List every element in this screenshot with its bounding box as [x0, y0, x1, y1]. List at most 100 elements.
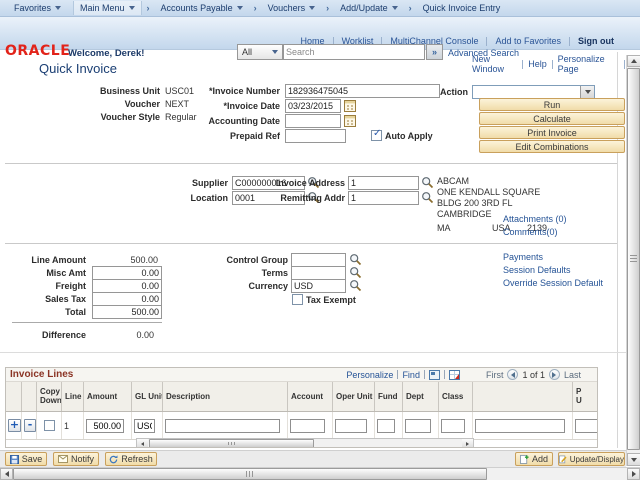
- previous-page-icon[interactable]: [507, 369, 518, 380]
- line-amount-value: 500.00: [92, 255, 158, 265]
- scroll-down-icon[interactable]: [627, 453, 640, 466]
- remitting-addr-input[interactable]: [348, 191, 419, 205]
- override-session-default-link[interactable]: Override Session Default: [503, 278, 603, 288]
- menu-main-menu[interactable]: Main Menu: [73, 1, 142, 15]
- quick-invoice-entry-screen: Favorites Main Menu Accounts Payable Vou…: [0, 0, 640, 480]
- calculate-button[interactable]: Calculate: [479, 112, 625, 125]
- lookup-icon[interactable]: [421, 176, 434, 189]
- run-button[interactable]: Run: [479, 98, 625, 111]
- lookup-icon[interactable]: [349, 279, 362, 292]
- personalize-page-link[interactable]: Personalize Page: [553, 54, 624, 74]
- last-label[interactable]: Last: [564, 370, 581, 380]
- calendar-icon[interactable]: [344, 114, 356, 127]
- search-go-button[interactable]: [426, 44, 443, 60]
- supplier-address-state: MA: [437, 223, 451, 233]
- download-to-excel-icon[interactable]: [449, 370, 460, 380]
- personalize-link[interactable]: Personalize: [346, 370, 393, 380]
- tax-exempt-checkbox[interactable]: [292, 294, 303, 305]
- row-oper-unit-input[interactable]: [335, 419, 367, 433]
- copy-down-checkbox[interactable]: [44, 420, 55, 431]
- search-scope-dropdown[interactable]: All: [237, 44, 283, 60]
- print-invoice-button[interactable]: Print Invoice: [479, 126, 625, 139]
- first-label[interactable]: First: [486, 370, 504, 380]
- session-defaults-link[interactable]: Session Defaults: [503, 265, 571, 275]
- row-class-input[interactable]: [441, 419, 465, 433]
- attachments-link[interactable]: Attachments (0): [503, 214, 567, 224]
- invoice-line-row: 1: [6, 412, 597, 440]
- search-input[interactable]: [283, 44, 425, 60]
- accounting-date-input[interactable]: [285, 114, 341, 128]
- chevron-down-icon: [580, 86, 594, 98]
- row-account-input[interactable]: [290, 419, 325, 433]
- column-header-account: Account: [288, 382, 333, 411]
- action-label: Action: [410, 87, 468, 97]
- lookup-icon[interactable]: [349, 253, 362, 266]
- vertical-scrollbar[interactable]: [626, 55, 640, 466]
- save-button[interactable]: Save: [5, 452, 47, 466]
- add-label: Add: [532, 454, 548, 464]
- row-fund-input[interactable]: [377, 419, 395, 433]
- page-horizontal-scrollbar[interactable]: [0, 467, 640, 480]
- row-amount-input[interactable]: [86, 419, 124, 433]
- invoice-address-input[interactable]: [348, 176, 419, 190]
- sales-tax-input[interactable]: [92, 292, 162, 306]
- control-group-input[interactable]: [291, 253, 346, 267]
- notify-button[interactable]: Notify: [53, 452, 99, 466]
- currency-label: Currency: [200, 281, 288, 291]
- tax-exempt-label: Tax Exempt: [306, 295, 366, 305]
- row-extra-input[interactable]: [475, 419, 565, 433]
- total-input[interactable]: [92, 305, 162, 319]
- row-dept-input[interactable]: [405, 419, 431, 433]
- crumb-label: Quick Invoice Entry: [423, 3, 501, 13]
- invoice-date-input[interactable]: [285, 99, 341, 113]
- favorites-label: Favorites: [14, 3, 51, 13]
- crumb-add-update[interactable]: Add/Update: [334, 1, 404, 15]
- supplier-address-line: BLDG 200 3RD FL: [437, 198, 513, 208]
- scrollbar-thumb[interactable]: [149, 439, 314, 448]
- business-unit-label: Business Unit: [60, 86, 160, 96]
- scroll-right-icon[interactable]: [462, 439, 473, 448]
- supplier-address-line: ABCAM: [437, 176, 469, 186]
- new-window-link[interactable]: New Window: [467, 54, 522, 74]
- row-gl-unit-input[interactable]: [134, 419, 155, 433]
- lookup-icon[interactable]: [421, 191, 434, 204]
- help-link[interactable]: Help: [523, 59, 552, 69]
- zoom-grid-icon[interactable]: [429, 370, 440, 380]
- add-button[interactable]: Add: [515, 452, 553, 466]
- menu-favorites[interactable]: Favorites: [8, 1, 67, 15]
- scroll-right-icon[interactable]: [627, 468, 640, 480]
- row-description-input[interactable]: [165, 419, 280, 433]
- action-select[interactable]: [472, 85, 595, 99]
- difference-value: 0.00: [88, 330, 154, 340]
- row-pc-unit-input[interactable]: [575, 419, 598, 433]
- control-group-label: Control Group: [200, 255, 288, 265]
- currency-input[interactable]: [291, 279, 346, 293]
- grid-horizontal-scrollbar[interactable]: [136, 438, 474, 448]
- delete-row-button[interactable]: [24, 419, 36, 432]
- scroll-left-icon[interactable]: [0, 468, 13, 480]
- crumb-vouchers[interactable]: Vouchers: [262, 1, 322, 15]
- scroll-left-icon[interactable]: [137, 439, 148, 448]
- next-page-icon[interactable]: [549, 369, 560, 380]
- edit-combinations-button[interactable]: Edit Combinations: [479, 140, 625, 153]
- update-display-button[interactable]: Update/Display: [558, 452, 625, 466]
- auto-apply-checkbox[interactable]: [371, 130, 382, 141]
- column-header-blank: [22, 382, 37, 411]
- misc-amt-input[interactable]: [92, 266, 162, 280]
- comments-link[interactable]: Comments(0): [503, 227, 558, 237]
- crumb-accounts-payable[interactable]: Accounts Payable: [155, 1, 249, 15]
- add-row-button[interactable]: [8, 419, 21, 432]
- refresh-button[interactable]: Refresh: [105, 452, 157, 466]
- freight-input[interactable]: [92, 279, 162, 293]
- add-to-favorites-link[interactable]: Add to Favorites: [487, 36, 569, 46]
- calendar-icon[interactable]: [344, 99, 356, 112]
- scrollbar-thumb[interactable]: [627, 68, 640, 450]
- payments-link[interactable]: Payments: [503, 252, 543, 262]
- find-link[interactable]: Find: [402, 370, 420, 380]
- scrollbar-thumb[interactable]: [13, 468, 487, 480]
- scroll-up-icon[interactable]: [627, 55, 640, 67]
- prepaid-ref-input[interactable]: [285, 129, 346, 143]
- terms-input[interactable]: [291, 266, 346, 280]
- lookup-icon[interactable]: [349, 266, 362, 279]
- sign-out-link[interactable]: Sign out: [570, 36, 622, 46]
